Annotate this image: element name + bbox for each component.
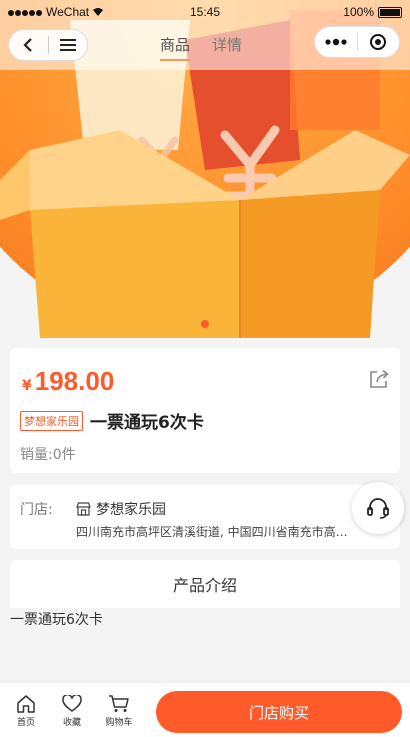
store-buy-button[interactable]: 门店购买 xyxy=(156,691,402,733)
headset-icon xyxy=(367,498,389,519)
store-address: 四川南充市高坪区清溪街道, 中国四川省南充市高坪区 xyxy=(76,525,348,539)
close-mini-program-button[interactable] xyxy=(357,26,399,58)
product-title: 一票通玩6次卡 xyxy=(90,413,204,433)
store-label: 门店: xyxy=(20,502,53,518)
cart-label: 购物车 xyxy=(105,718,133,728)
price-amount: 198.00 xyxy=(34,366,115,396)
bottom-action-bar: 首页 收藏 购物车 门店购买 xyxy=(0,682,410,737)
home-icon xyxy=(17,695,35,713)
back-button[interactable] xyxy=(9,29,48,61)
target-close-icon xyxy=(370,34,387,50)
sales-count: 销量:0件 xyxy=(20,447,76,463)
home-button[interactable]: 首页 xyxy=(8,695,44,728)
customer-service-button[interactable] xyxy=(352,482,404,534)
more-dots-icon xyxy=(325,38,347,46)
nav-tabs: 商品 详情 xyxy=(160,34,242,61)
favorite-label: 收藏 xyxy=(62,718,81,728)
store-name: 梦想家乐园 xyxy=(96,502,166,518)
currency-symbol: ¥ xyxy=(22,378,32,394)
menu-button[interactable] xyxy=(48,29,87,61)
tab-product[interactable]: 商品 xyxy=(160,34,191,61)
back-arrow-icon xyxy=(23,38,33,52)
favorite-button[interactable]: 收藏 xyxy=(54,695,90,728)
home-label: 首页 xyxy=(16,718,35,728)
battery-icon xyxy=(378,6,402,18)
intro-heading: 产品介绍 xyxy=(172,576,237,595)
cart-icon xyxy=(109,695,129,712)
menu-icon xyxy=(59,39,76,51)
heart-icon xyxy=(62,695,82,712)
merchant-tag: 梦想家乐园 xyxy=(20,410,83,431)
cart-button[interactable]: 购物车 xyxy=(101,695,137,728)
intro-content: 一票通玩6次卡 xyxy=(10,612,103,628)
more-options-button[interactable] xyxy=(315,26,357,58)
product-price: ¥ 198.00 xyxy=(22,366,114,397)
tab-details[interactable]: 详情 xyxy=(212,34,242,61)
battery-percent: 100% xyxy=(343,5,374,19)
product-intro-header: 产品介绍 xyxy=(10,560,400,608)
store-icon xyxy=(76,502,91,516)
mini-program-capsule xyxy=(314,26,400,58)
status-bar: WeChat 15:45 100% xyxy=(0,0,410,26)
product-info-card: ¥ 198.00 梦想家乐园 一票通玩6次卡 销量:0件 xyxy=(10,348,400,473)
nav-bar: 商品 详情 xyxy=(0,26,410,70)
nav-capsule-left xyxy=(8,29,88,61)
store-card[interactable]: 门店: 梦想家乐园 四川南充市高坪区清溪街道, 中国四川省南充市高坪区 xyxy=(10,485,400,549)
share-icon[interactable] xyxy=(368,368,390,390)
carousel-indicator-dot xyxy=(201,320,209,328)
